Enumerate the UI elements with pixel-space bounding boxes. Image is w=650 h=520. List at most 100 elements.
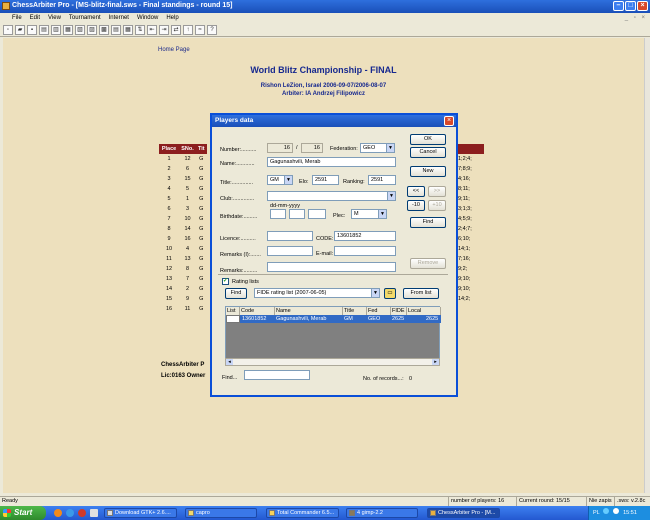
minus-10-button[interactable]: -10 (407, 200, 425, 211)
cell-sno: 4 (185, 246, 190, 252)
task-capro[interactable]: capro (185, 508, 257, 518)
grid-row-selected[interactable] (240, 315, 441, 323)
name-field[interactable]: Gagunashvili, Merab (267, 157, 396, 167)
status-bar: Ready number of players: 16 Current roun… (0, 496, 650, 506)
remarks-field[interactable] (267, 262, 396, 272)
grid-horizontal-scrollbar[interactable]: ◂ ▸ (225, 358, 440, 366)
mdi-controls[interactable]: _ ▫ × (625, 13, 647, 23)
menu-internet[interactable]: Internet (109, 13, 129, 23)
menu-edit[interactable]: Edit (30, 13, 40, 23)
open-folder-icon[interactable]: ▰ (15, 25, 25, 35)
chevron-down-icon[interactable]: ▼ (387, 192, 395, 200)
plec-select[interactable]: M ▼ (351, 209, 387, 219)
help-icon[interactable]: ? (207, 25, 217, 35)
chevron-down-icon[interactable]: ▼ (386, 144, 394, 152)
scroll-left-icon[interactable]: ◂ (226, 359, 233, 365)
volume-icon[interactable] (612, 508, 619, 514)
round-prev-icon[interactable]: ⇤ (147, 25, 157, 35)
cell-place: 13 (165, 276, 173, 282)
federation-select[interactable]: GEO ▼ (360, 143, 395, 153)
table-icon[interactable]: ▧ (75, 25, 85, 35)
vertical-scrollbar[interactable] (644, 38, 650, 493)
chevron-down-icon[interactable]: ▼ (371, 289, 379, 297)
task-total-commander[interactable]: Total Commander 6.5... (266, 508, 339, 518)
cell-title: G (199, 216, 204, 222)
cell-opponents: 2;4;7; (458, 226, 472, 232)
grid-col-list: List (226, 307, 240, 315)
prev-player-button[interactable]: << (407, 186, 425, 197)
remove-button[interactable]: Remove (410, 258, 446, 269)
task-gimp[interactable]: 4 gimp-2.2 (346, 508, 418, 518)
next-player-button[interactable]: >> (428, 186, 446, 197)
chevron-down-icon[interactable]: ▼ (378, 210, 386, 218)
dialog-close-button[interactable]: × (444, 116, 454, 126)
new-button[interactable]: New (410, 166, 446, 177)
internet-icon[interactable]: ≈ (195, 25, 205, 35)
dialog-divider (218, 274, 448, 275)
new-file-icon[interactable]: ▫ (3, 25, 13, 35)
task-download-gtk[interactable]: Download GTK+ 2.6.... (104, 508, 177, 518)
minimize-button[interactable]: – (613, 1, 624, 11)
plus-10-button[interactable]: +10 (428, 200, 446, 211)
licence-field[interactable] (267, 231, 313, 241)
desktop-icon[interactable] (90, 509, 98, 517)
pairing-icon[interactable]: ▨ (87, 25, 97, 35)
rating-list-select[interactable]: FIDE rating list (2007-06-05) ▼ (254, 288, 380, 298)
save-icon[interactable]: ▪ (27, 25, 37, 35)
close-button[interactable]: × (637, 1, 648, 11)
standings-icon[interactable]: ▤ (111, 25, 121, 35)
code-field[interactable]: 13601852 (334, 231, 396, 241)
menu-tournament[interactable]: Tournament (69, 13, 101, 23)
report-footer: ChessArbiter P Lic:0163 Owner (161, 360, 205, 382)
folder-icon[interactable]: ▭ (384, 288, 396, 299)
maximize-button[interactable]: □ (625, 1, 636, 11)
players-icon[interactable]: ▦ (63, 25, 73, 35)
remarks-i-field[interactable] (267, 246, 313, 256)
scroll-right-icon[interactable]: ▸ (432, 359, 439, 365)
club-select[interactable]: ▼ (267, 191, 396, 201)
venue-line: Rishon LeZion, Israel 2006-09-07/2006-08… (260, 83, 387, 89)
start-button[interactable]: Start (0, 506, 46, 520)
export-icon[interactable]: ⇄ (171, 25, 181, 35)
tie-break-icon[interactable]: ⇅ (135, 25, 145, 35)
chevron-down-icon[interactable]: ▼ (284, 176, 292, 184)
ie-icon[interactable] (66, 509, 74, 517)
birth-month-field[interactable] (289, 209, 305, 219)
grid-cell-name: Gagunashvili, Merab (276, 316, 327, 322)
opera-icon[interactable] (78, 509, 86, 517)
title-select[interactable]: GM ▼ (267, 175, 293, 185)
birth-year-field[interactable] (308, 209, 326, 219)
tray-icon[interactable] (603, 508, 610, 514)
firefox-icon[interactable] (54, 509, 62, 517)
elo-field[interactable]: 2591 (312, 175, 339, 185)
cancel-button[interactable]: Cancel (410, 147, 446, 158)
round-next-icon[interactable]: ⇥ (159, 25, 169, 35)
menu-window[interactable]: Window (137, 13, 158, 23)
ranking-field[interactable]: 2591 (368, 175, 396, 185)
grid-icon[interactable]: ▦ (123, 25, 133, 35)
find-rating-button[interactable]: Find (225, 288, 247, 299)
email-field[interactable] (334, 246, 396, 256)
cell-title: G (199, 266, 204, 272)
task-chessarbiter[interactable]: ChessArbiter Pro - [M... (427, 508, 500, 518)
copy-icon[interactable]: ▤ (39, 25, 49, 35)
grid-row-list-cell[interactable] (226, 315, 240, 323)
menu-help[interactable]: Help (166, 13, 178, 23)
upload-icon[interactable]: ↑ (183, 25, 193, 35)
ok-button[interactable]: OK (410, 134, 446, 145)
standings-row: 6 3 G (159, 204, 207, 214)
results-icon[interactable]: ▩ (99, 25, 109, 35)
standings-row: 3 15 G (159, 174, 207, 184)
rating-lists-checkbox[interactable]: ✓ (222, 278, 229, 285)
find-button[interactable]: Find (410, 217, 446, 228)
home-page-link[interactable]: Home Page (158, 47, 190, 53)
from-list-button[interactable]: From list (403, 288, 439, 299)
find-field[interactable] (244, 370, 310, 380)
language-indicator[interactable]: PL (593, 510, 600, 516)
rating-list-value: FIDE rating list (2007-06-05) (257, 290, 327, 296)
menu-view[interactable]: View (48, 13, 61, 23)
cell-title: G (199, 156, 204, 162)
birth-day-field[interactable] (270, 209, 286, 219)
print-icon[interactable]: ▥ (51, 25, 61, 35)
menu-file[interactable]: File (12, 13, 22, 23)
